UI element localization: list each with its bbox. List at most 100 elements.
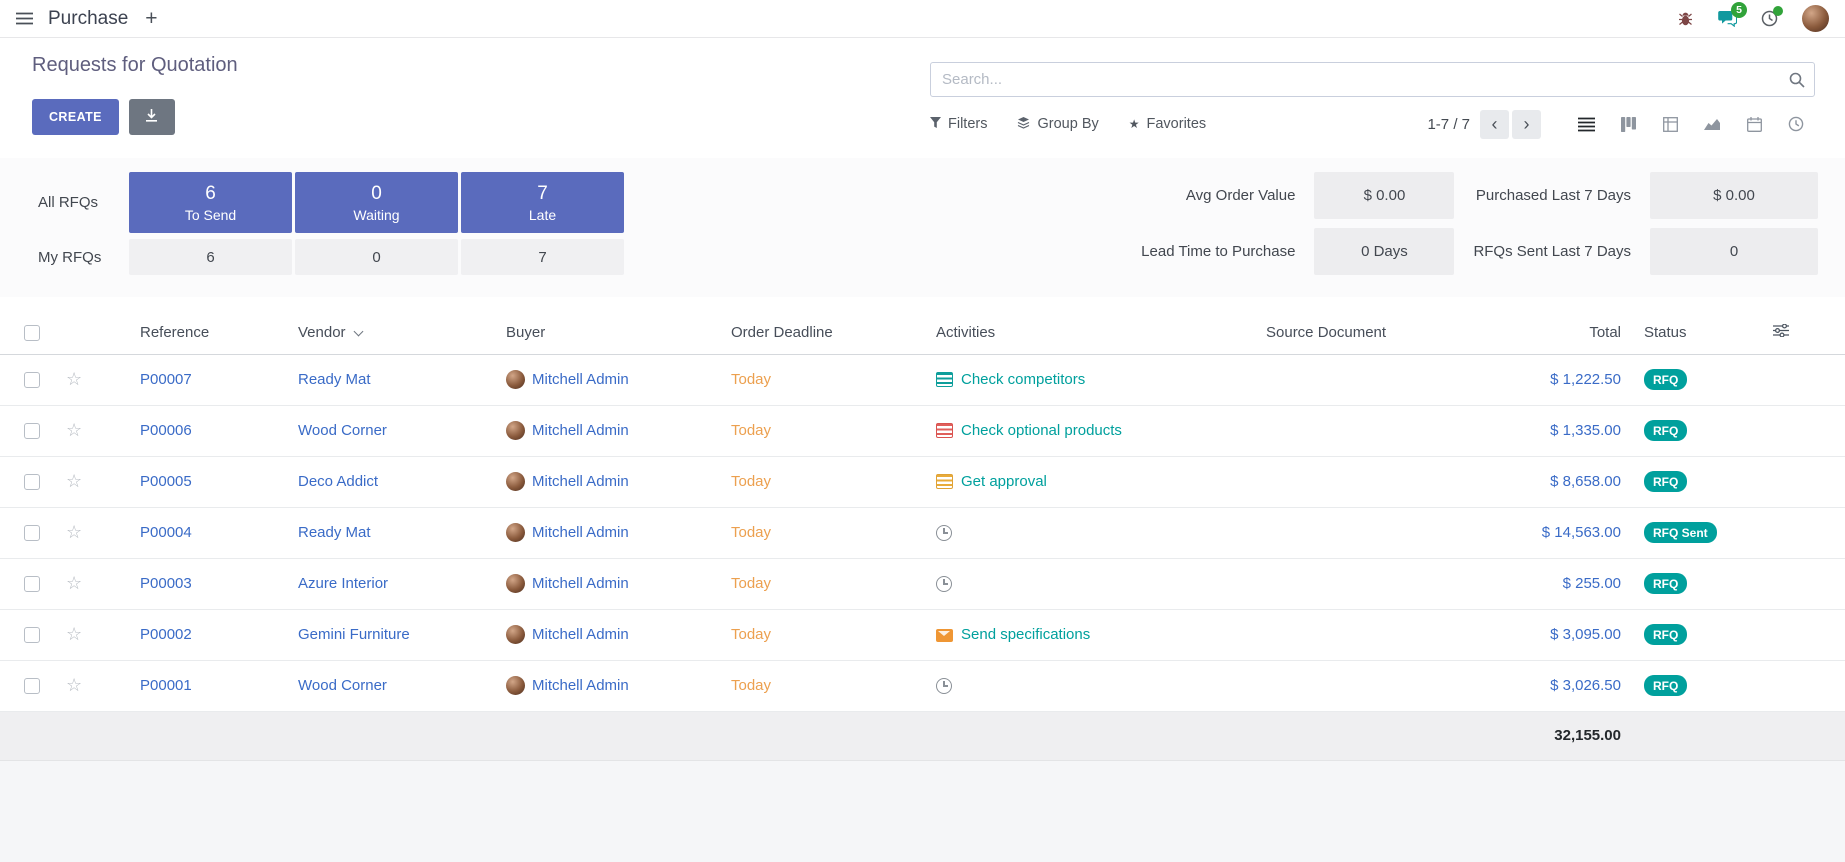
pager-previous-button[interactable]: ‹ (1480, 110, 1509, 139)
table-row[interactable]: ☆ P00003 Azure Interior Mitchell Admin T… (0, 558, 1845, 609)
plus-icon[interactable]: + (145, 8, 157, 29)
column-header-vendor[interactable]: Vendor (270, 312, 478, 354)
rfq-reference: P00007 (140, 371, 192, 388)
view-switch-calendar[interactable] (1735, 108, 1773, 140)
activity-label[interactable]: Check optional products (961, 422, 1122, 439)
messages-icon[interactable]: 5 (1718, 10, 1737, 27)
favorite-star-icon[interactable]: ☆ (66, 420, 82, 440)
column-header-reference[interactable]: Reference (112, 312, 270, 354)
rfq-reference: P00006 (140, 422, 192, 439)
view-switch-list[interactable] (1567, 108, 1605, 140)
activity-icon[interactable] (936, 576, 952, 592)
activity-icon[interactable] (936, 474, 953, 489)
favorite-star-icon[interactable]: ☆ (66, 573, 82, 593)
group-by-button[interactable]: Group By (1017, 116, 1098, 133)
activity-label[interactable]: Check competitors (961, 371, 1085, 388)
table-row[interactable]: ☆ P00005 Deco Addict Mitchell Admin Toda… (0, 456, 1845, 507)
user-avatar[interactable] (1802, 5, 1829, 32)
buyer-name: Mitchell Admin (532, 524, 629, 541)
activity-icon[interactable] (936, 525, 952, 541)
buyer-name: Mitchell Admin (532, 677, 629, 694)
favorite-star-icon[interactable]: ☆ (66, 624, 82, 644)
favorite-star-icon[interactable]: ☆ (66, 369, 82, 389)
row-checkbox[interactable] (24, 372, 40, 388)
table-row[interactable]: ☆ P00002 Gemini Furniture Mitchell Admin… (0, 609, 1845, 660)
table-row[interactable]: ☆ P00007 Ready Mat Mitchell Admin Today … (0, 354, 1845, 405)
column-header-order-deadline[interactable]: Order Deadline (703, 312, 908, 354)
buyer-avatar (506, 625, 525, 644)
select-all-checkbox[interactable] (24, 325, 40, 341)
search-input[interactable] (930, 62, 1815, 97)
rfq-stats: All RFQs 6 To Send 0 Waiting 7 Late My R… (0, 172, 624, 275)
status-badge: RFQ (1644, 369, 1687, 390)
stat-waiting[interactable]: 0 Waiting (295, 172, 458, 233)
row-checkbox[interactable] (24, 678, 40, 694)
column-header-activities[interactable]: Activities (908, 312, 1238, 354)
activity-label[interactable]: Get approval (961, 473, 1047, 490)
stat-to-send[interactable]: 6 To Send (129, 172, 292, 233)
column-header-source-document[interactable]: Source Document (1238, 312, 1461, 354)
filters-button[interactable]: Filters (930, 116, 987, 132)
favorite-star-icon[interactable]: ☆ (66, 471, 82, 491)
activity-icon[interactable] (936, 629, 953, 642)
my-to-send-count[interactable]: 6 (129, 239, 292, 275)
row-checkbox[interactable] (24, 525, 40, 541)
favorite-star-icon[interactable]: ☆ (66, 522, 82, 542)
app-name[interactable]: Purchase (48, 8, 128, 30)
column-header-buyer[interactable]: Buyer (478, 312, 703, 354)
pager: 1-7 / 7 ‹ › (1427, 110, 1541, 139)
row-checkbox[interactable] (24, 474, 40, 490)
buyer-name: Mitchell Admin (532, 575, 629, 592)
order-deadline: Today (731, 422, 771, 439)
activity-icon[interactable] (936, 423, 953, 438)
column-options-icon[interactable] (1773, 324, 1789, 341)
source-document (1238, 609, 1461, 660)
row-checkbox[interactable] (24, 576, 40, 592)
buyer-name: Mitchell Admin (532, 473, 629, 490)
column-header-total[interactable]: Total (1461, 312, 1636, 354)
status-badge: RFQ (1644, 675, 1687, 696)
bug-icon[interactable] (1677, 11, 1694, 27)
my-rfqs-label[interactable]: My RFQs (38, 239, 126, 275)
search-icon[interactable] (1780, 62, 1814, 97)
activity-icon[interactable] (936, 372, 953, 387)
table-row[interactable]: ☆ P00004 Ready Mat Mitchell Admin Today … (0, 507, 1845, 558)
content-background (0, 761, 1845, 862)
favorites-button[interactable]: ★ Favorites (1129, 116, 1206, 132)
total-amount: $ 1,335.00 (1550, 422, 1621, 439)
activity-label[interactable]: Send specifications (961, 626, 1090, 643)
view-switch-activity[interactable] (1777, 108, 1815, 140)
create-button[interactable]: CREATE (32, 99, 119, 135)
column-header-status[interactable]: Status (1636, 312, 1765, 354)
my-late-count[interactable]: 7 (461, 239, 624, 275)
view-switch-kanban[interactable] (1609, 108, 1647, 140)
view-switch-pivot[interactable] (1651, 108, 1689, 140)
filter-group: Filters Group By ★ Favorites (930, 116, 1206, 133)
buyer-avatar (506, 472, 525, 491)
control-panel-right: Filters Group By ★ Favorites 1-7 / 7 ‹ › (930, 54, 1815, 142)
footer-total: 32,155.00 (1461, 711, 1636, 760)
view-switch-graph[interactable] (1693, 108, 1731, 140)
stat-late[interactable]: 7 Late (461, 172, 624, 233)
my-waiting-count[interactable]: 0 (295, 239, 458, 275)
rfq-reference: P00004 (140, 524, 192, 541)
kpi-avg-order-value-label: Avg Order Value (1141, 172, 1295, 219)
favorite-star-icon[interactable]: ☆ (66, 675, 82, 695)
row-checkbox[interactable] (24, 423, 40, 439)
all-rfqs-label[interactable]: All RFQs (38, 172, 126, 233)
order-deadline: Today (731, 626, 771, 643)
view-switcher (1567, 108, 1815, 140)
activity-icon[interactable] (936, 678, 952, 694)
pager-next-button[interactable]: › (1512, 110, 1541, 139)
table-row[interactable]: ☆ P00001 Wood Corner Mitchell Admin Toda… (0, 660, 1845, 711)
download-icon (144, 108, 159, 126)
pager-range[interactable]: 1-7 / 7 (1427, 116, 1470, 133)
table-row[interactable]: ☆ P00006 Wood Corner Mitchell Admin Toda… (0, 405, 1845, 456)
order-deadline: Today (731, 524, 771, 541)
activities-icon[interactable] (1761, 10, 1778, 27)
apps-menu-icon[interactable] (16, 12, 33, 25)
filter-row: Filters Group By ★ Favorites 1-7 / 7 ‹ › (930, 106, 1815, 142)
export-button[interactable] (129, 99, 175, 135)
row-checkbox[interactable] (24, 627, 40, 643)
navbar-left: Purchase + (16, 8, 158, 30)
